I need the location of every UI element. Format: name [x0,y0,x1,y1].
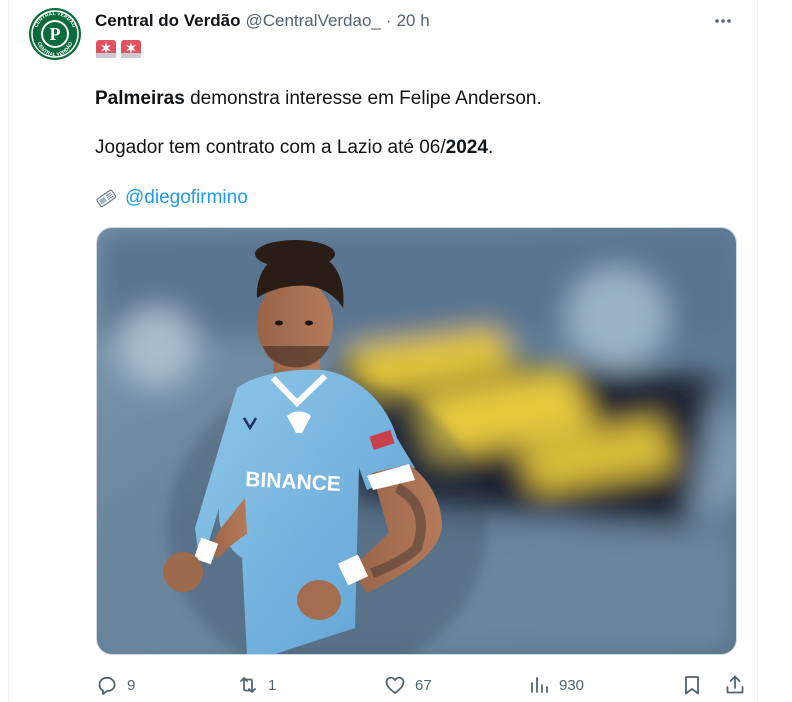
views-button[interactable]: 930 [527,670,584,700]
share-button[interactable] [723,670,747,700]
display-name[interactable]: Central do Verdão [95,11,240,31]
bookmark-icon [685,676,699,695]
more-dots-icon [715,19,731,23]
tweet-photo[interactable]: BINANCE [96,227,737,655]
like-count: 67 [415,676,432,694]
avatar-letter: P [50,24,61,44]
tweet-text-line-2: Jogador tem contrato com a Lazio até 06/… [95,136,737,160]
retweet-count: 1 [268,676,277,694]
avatar[interactable]: P CENTRAL VERDÃO CENTRAL VERDÃO [29,8,81,60]
retweet-button[interactable]: 1 [236,670,276,700]
bold-team-name: Palmeiras [95,88,185,109]
user-handle[interactable]: @CentralVerdao_ [245,11,380,31]
reply-count: 9 [127,676,136,694]
tweet-card[interactable]: P CENTRAL VERDÃO CENTRAL VERDÃO Central … [8,0,758,702]
reply-button[interactable]: 9 [95,670,135,700]
newspaper-icon [96,189,117,208]
retweet-icon [240,677,256,693]
views-chart-icon [531,677,548,693]
mention-link[interactable]: @diegofirmino [125,186,248,210]
separator-dot: · [385,11,392,30]
siren-icon [121,40,141,58]
views-count: 930 [559,676,585,694]
action-bar: 9 1 67 930 [95,670,744,700]
timestamp[interactable]: 20 h [397,11,430,31]
text-line-2-start: Jogador tem contrato com a Lazio até 06/ [95,137,446,158]
tweet-text-line-1: Palmeiras demonstra interesse em Felipe … [95,87,737,111]
siren-emojis [95,38,142,60]
reply-icon [98,676,116,695]
tweet-header: Central do Verdão @CentralVerdao_ · 20 h [95,9,737,33]
text-line-1-rest: demonstra interesse em Felipe Anderson. [184,88,542,109]
text-line-2-end: . [487,137,494,158]
more-options-button[interactable] [709,9,737,33]
avatar-logo: P CENTRAL VERDÃO CENTRAL VERDÃO [30,9,80,59]
share-icon [726,675,744,694]
bold-year: 2024 [445,137,488,158]
siren-icon [96,40,116,58]
like-button[interactable]: 67 [383,670,432,700]
tweet-credit-line: @diegofirmino [95,186,737,210]
heart-icon [385,676,405,694]
bookmark-button[interactable] [680,670,704,700]
player-photo: BINANCE [97,228,736,654]
